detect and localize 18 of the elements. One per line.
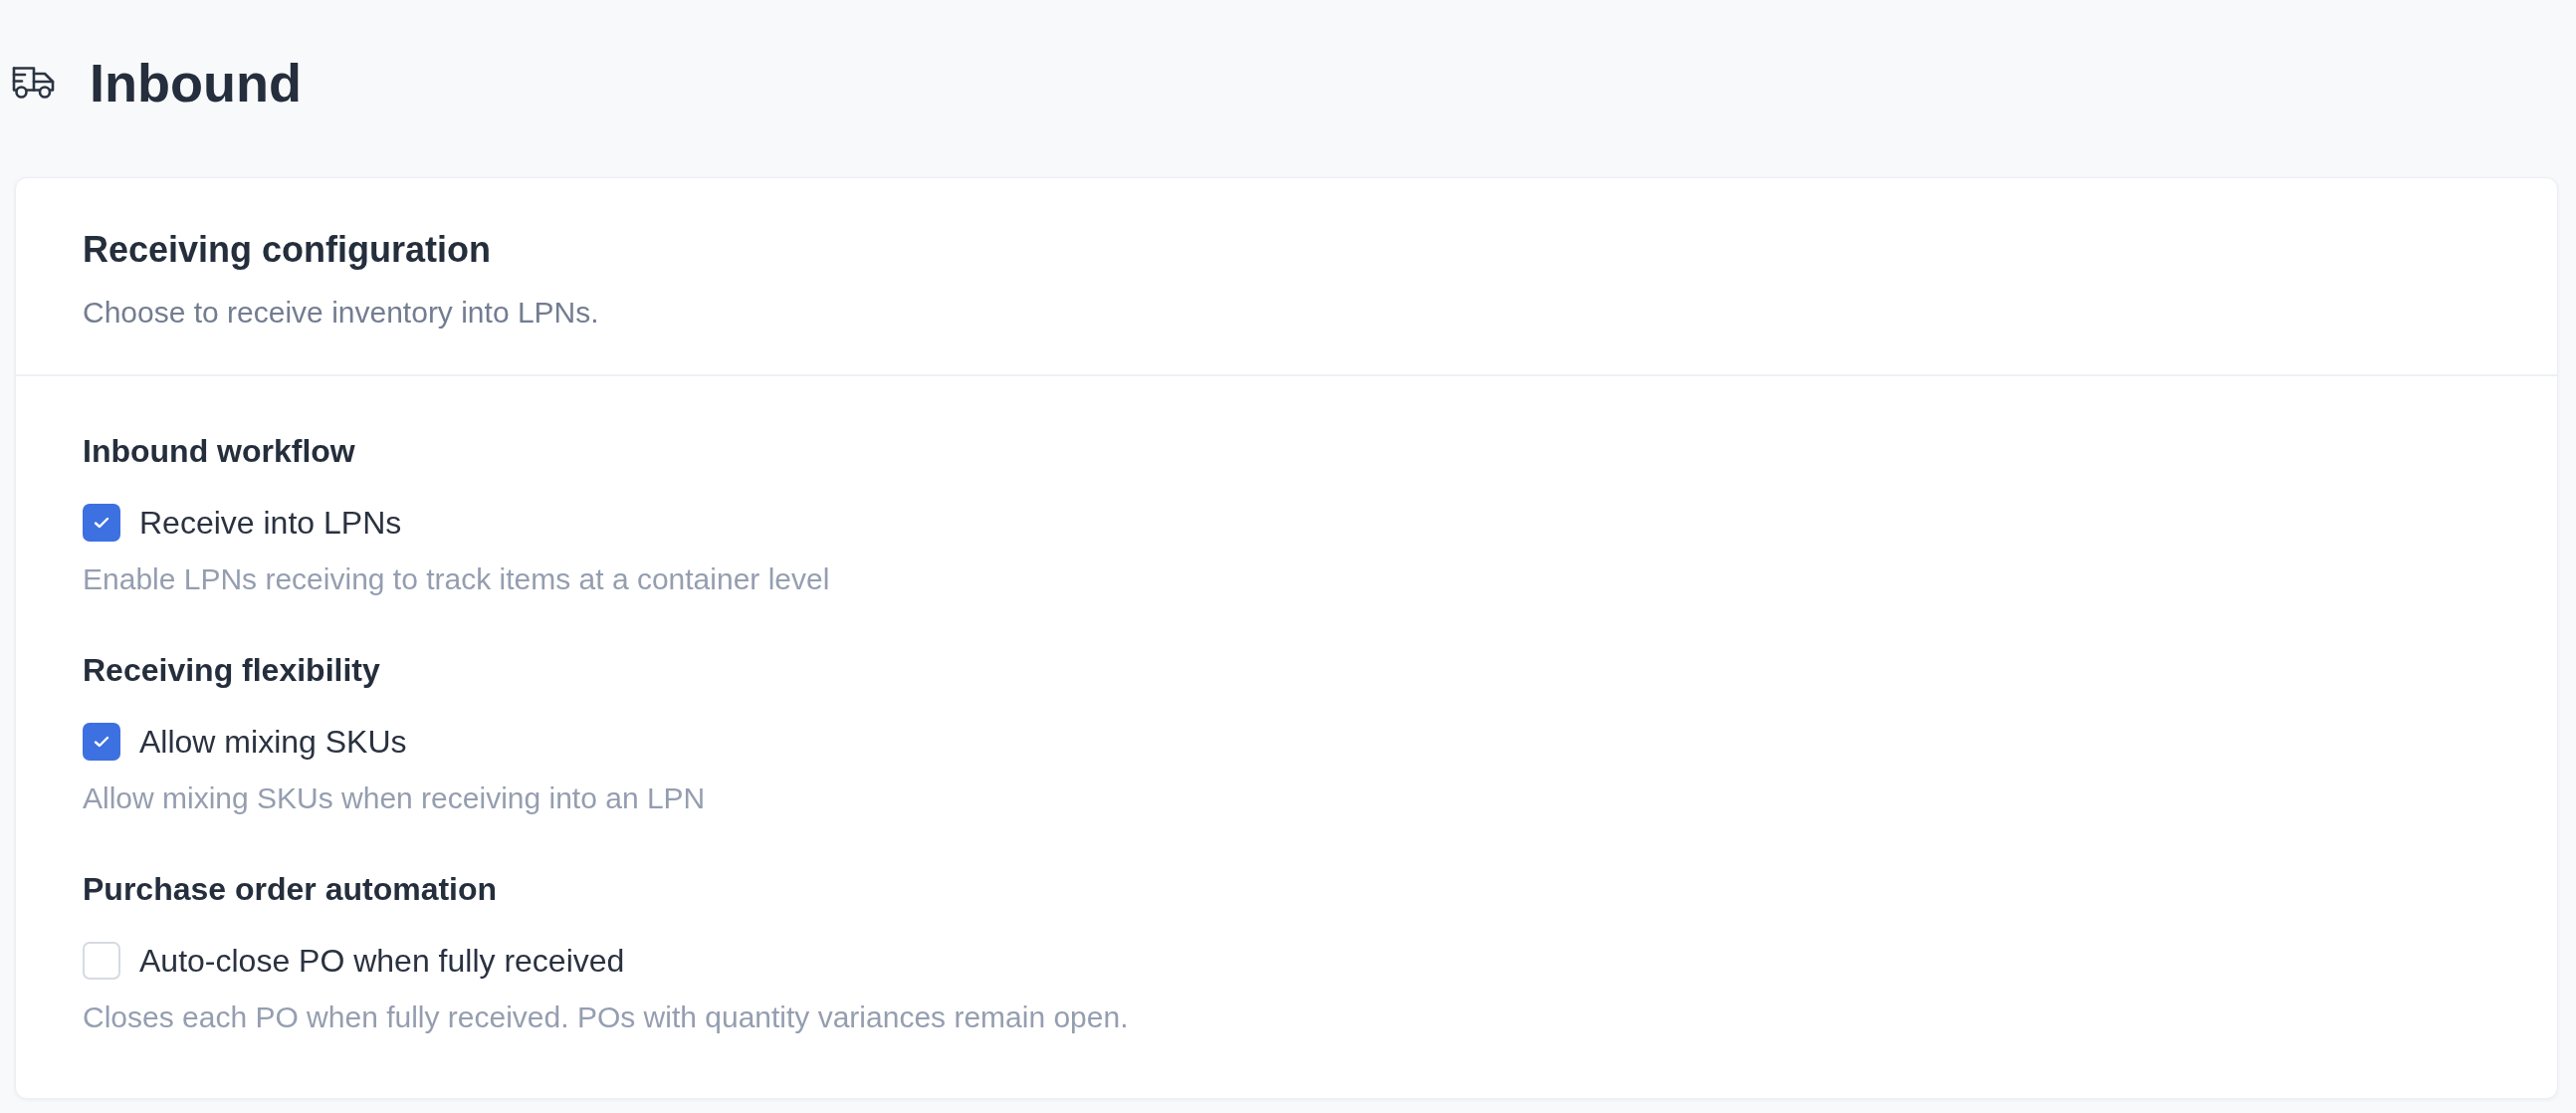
checkmark-icon <box>94 736 109 748</box>
checkbox[interactable] <box>83 723 120 761</box>
checkbox[interactable] <box>83 504 120 542</box>
checkbox-label[interactable]: Allow mixing SKUs <box>139 722 407 762</box>
option-description: Allow mixing SKUs when receiving into an LPN <box>83 780 707 816</box>
card-subtitle: Choose to receive inventory into LPNs. <box>83 295 600 331</box>
truck-icon <box>12 66 55 100</box>
checkbox-label[interactable]: Auto-close PO when fully received <box>139 941 625 981</box>
section-heading: Inbound workflow <box>83 432 356 471</box>
card-title: Receiving configuration <box>83 228 493 272</box>
checkbox[interactable] <box>83 942 120 980</box>
page-title: Inbound <box>90 52 302 114</box>
option-description: Enable LPNs receiving to track items at a container level <box>83 561 831 597</box>
checkmark-icon <box>94 517 109 529</box>
checkbox-label[interactable]: Receive into LPNs <box>139 503 402 543</box>
option-description: Closes each PO when fully received. POs with quantity variances remain open. <box>83 1000 1130 1035</box>
section-heading: Purchase order automation <box>83 870 499 909</box>
section-heading: Receiving flexibility <box>83 651 381 690</box>
